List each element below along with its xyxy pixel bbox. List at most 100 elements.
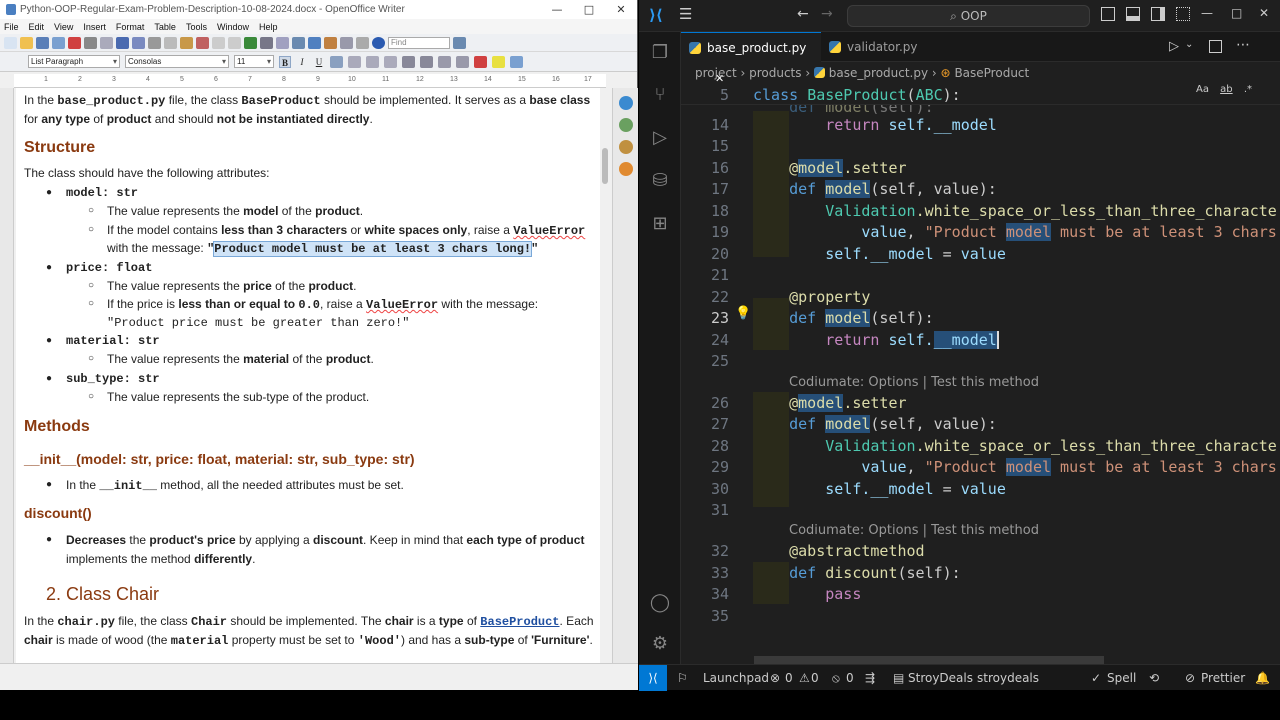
bullets-icon[interactable] xyxy=(420,55,433,68)
document-scrollbar[interactable] xyxy=(600,88,610,663)
font-size-select[interactable]: 11 xyxy=(234,55,274,68)
run-debug-icon[interactable]: ▷ xyxy=(649,127,671,149)
align-left-icon[interactable] xyxy=(330,55,343,68)
forward-icon[interactable]: → xyxy=(821,6,833,22)
pdf-icon[interactable] xyxy=(68,36,81,49)
run-file-icon[interactable]: ▷ xyxy=(1169,39,1179,54)
redo-icon[interactable] xyxy=(228,36,241,49)
bold-button[interactable]: B xyxy=(279,55,291,68)
customize-layout-icon[interactable] xyxy=(1176,7,1190,21)
table-icon[interactable] xyxy=(260,36,273,49)
match-case-toggle[interactable]: Aa xyxy=(1196,84,1209,95)
find-replace-icon[interactable] xyxy=(292,36,305,49)
deals-item-2[interactable]: stroydeals xyxy=(977,671,1039,685)
maximize-button[interactable]: □ xyxy=(573,3,605,16)
navigator-icon[interactable] xyxy=(308,36,321,49)
preview-icon[interactable] xyxy=(100,36,113,49)
extensions-icon[interactable]: ⊞ xyxy=(649,213,671,235)
minimize-button[interactable]: — xyxy=(541,3,573,16)
split-editor-icon[interactable] xyxy=(1209,40,1222,53)
breadcrumb-project[interactable]: project xyxy=(695,66,737,80)
close-button[interactable]: ✕ xyxy=(605,3,637,16)
find-next-icon[interactable] xyxy=(453,36,466,49)
codelens[interactable]: Codiumate: Options | Test this method xyxy=(789,375,1039,390)
formatting-marks-icon[interactable] xyxy=(340,36,353,49)
autospell-icon[interactable] xyxy=(132,36,145,49)
breadcrumb-products[interactable]: products xyxy=(749,66,801,80)
layout-panel-icon[interactable] xyxy=(1126,7,1140,21)
decrease-indent-icon[interactable] xyxy=(438,55,451,68)
horizontal-scrollbar[interactable] xyxy=(754,656,1104,664)
save-icon[interactable] xyxy=(36,36,49,49)
explorer-icon[interactable]: ❐ xyxy=(649,42,671,64)
font-color-icon[interactable] xyxy=(474,55,487,68)
help-icon[interactable] xyxy=(372,36,385,49)
breadcrumb-file[interactable]: base_product.py xyxy=(829,66,928,80)
paragraph-style-select[interactable]: List Paragraph xyxy=(28,55,120,68)
breadcrumb-class[interactable]: BaseProduct xyxy=(954,66,1029,80)
match-word-toggle[interactable]: ab xyxy=(1220,84,1232,95)
spellcheck-icon[interactable] xyxy=(116,36,129,49)
italic-button[interactable]: I xyxy=(296,56,308,68)
numbering-icon[interactable] xyxy=(402,55,415,68)
prettier-item[interactable]: Prettier xyxy=(1201,671,1245,685)
tab-base-product[interactable]: base_product.py ✕ xyxy=(681,32,821,85)
vs-maximize-button[interactable]: □ xyxy=(1231,6,1242,20)
edit-icon[interactable] xyxy=(52,36,65,49)
properties-icon[interactable] xyxy=(619,96,633,110)
command-center[interactable]: ⌕ OOP xyxy=(847,5,1090,27)
source-control-icon[interactable]: ⑂ xyxy=(649,84,671,106)
gallery-icon[interactable] xyxy=(324,36,337,49)
regex-toggle[interactable]: .* xyxy=(1244,84,1252,95)
back-icon[interactable]: ← xyxy=(797,6,809,22)
increase-indent-icon[interactable] xyxy=(456,55,469,68)
draw-icon[interactable] xyxy=(276,36,289,49)
copy-icon[interactable] xyxy=(164,36,177,49)
document-page[interactable]: In the base_product.py file, the class B… xyxy=(16,88,600,663)
undo-icon[interactable] xyxy=(212,36,225,49)
menu-format[interactable]: Format xyxy=(116,22,145,32)
codelens[interactable]: Codiumate: Options | Test this method xyxy=(789,523,1039,538)
gallery-side-icon[interactable] xyxy=(619,140,633,154)
tab-validator[interactable]: validator.py xyxy=(821,32,941,62)
menu-tools[interactable]: Tools xyxy=(186,22,207,32)
underline-button[interactable]: U xyxy=(313,56,325,68)
menu-edit[interactable]: Edit xyxy=(29,22,45,32)
font-name-select[interactable]: Consolas xyxy=(125,55,229,68)
zoom-icon[interactable] xyxy=(356,36,369,49)
align-center-icon[interactable] xyxy=(348,55,361,68)
warnings-count[interactable]: 0 xyxy=(811,671,819,685)
menu-file[interactable]: File xyxy=(4,22,19,32)
find-input[interactable]: Find xyxy=(388,36,450,49)
vs-close-button[interactable]: ✕ xyxy=(1259,6,1269,20)
notifications-icon[interactable]: 🔔 xyxy=(1255,671,1270,685)
account-icon[interactable]: ◯ xyxy=(649,592,671,614)
spell-item[interactable]: Spell xyxy=(1107,671,1136,685)
selected-text[interactable]: Product model must be at least 3 chars l… xyxy=(213,241,533,257)
menu-window[interactable]: Window xyxy=(217,22,249,32)
more-actions-icon[interactable]: ⋯ xyxy=(1236,37,1250,53)
layout-secondary-icon[interactable] xyxy=(1151,7,1165,21)
format-paint-icon[interactable] xyxy=(196,36,209,49)
manage-gear-icon[interactable]: ⚙ xyxy=(649,633,671,655)
code-editor[interactable]: 5 class BaseProduct(ABC): Aa ab .* def m… xyxy=(681,84,1280,658)
menu-view[interactable]: View xyxy=(54,22,73,32)
justify-icon[interactable] xyxy=(384,55,397,68)
align-right-icon[interactable] xyxy=(366,55,379,68)
baseproduct-link[interactable]: BaseProduct xyxy=(480,615,559,629)
highlight-icon[interactable] xyxy=(492,55,505,68)
cut-icon[interactable] xyxy=(148,36,161,49)
open-icon[interactable] xyxy=(20,36,33,49)
layout-sidebar-icon[interactable] xyxy=(1101,7,1115,21)
menu-help[interactable]: Help xyxy=(259,22,278,32)
background-color-icon[interactable] xyxy=(510,55,523,68)
vs-minimize-button[interactable]: — xyxy=(1201,6,1213,20)
scroll-thumb[interactable] xyxy=(602,148,608,184)
paste-icon[interactable] xyxy=(180,36,193,49)
database-icon[interactable]: ⛁ xyxy=(649,170,671,192)
print-icon[interactable] xyxy=(84,36,97,49)
ports-count[interactable]: 0 xyxy=(846,671,854,685)
styles-icon[interactable] xyxy=(619,118,633,132)
broadcast-icon[interactable]: ⟲ xyxy=(1149,671,1159,685)
menu-insert[interactable]: Insert xyxy=(83,22,106,32)
